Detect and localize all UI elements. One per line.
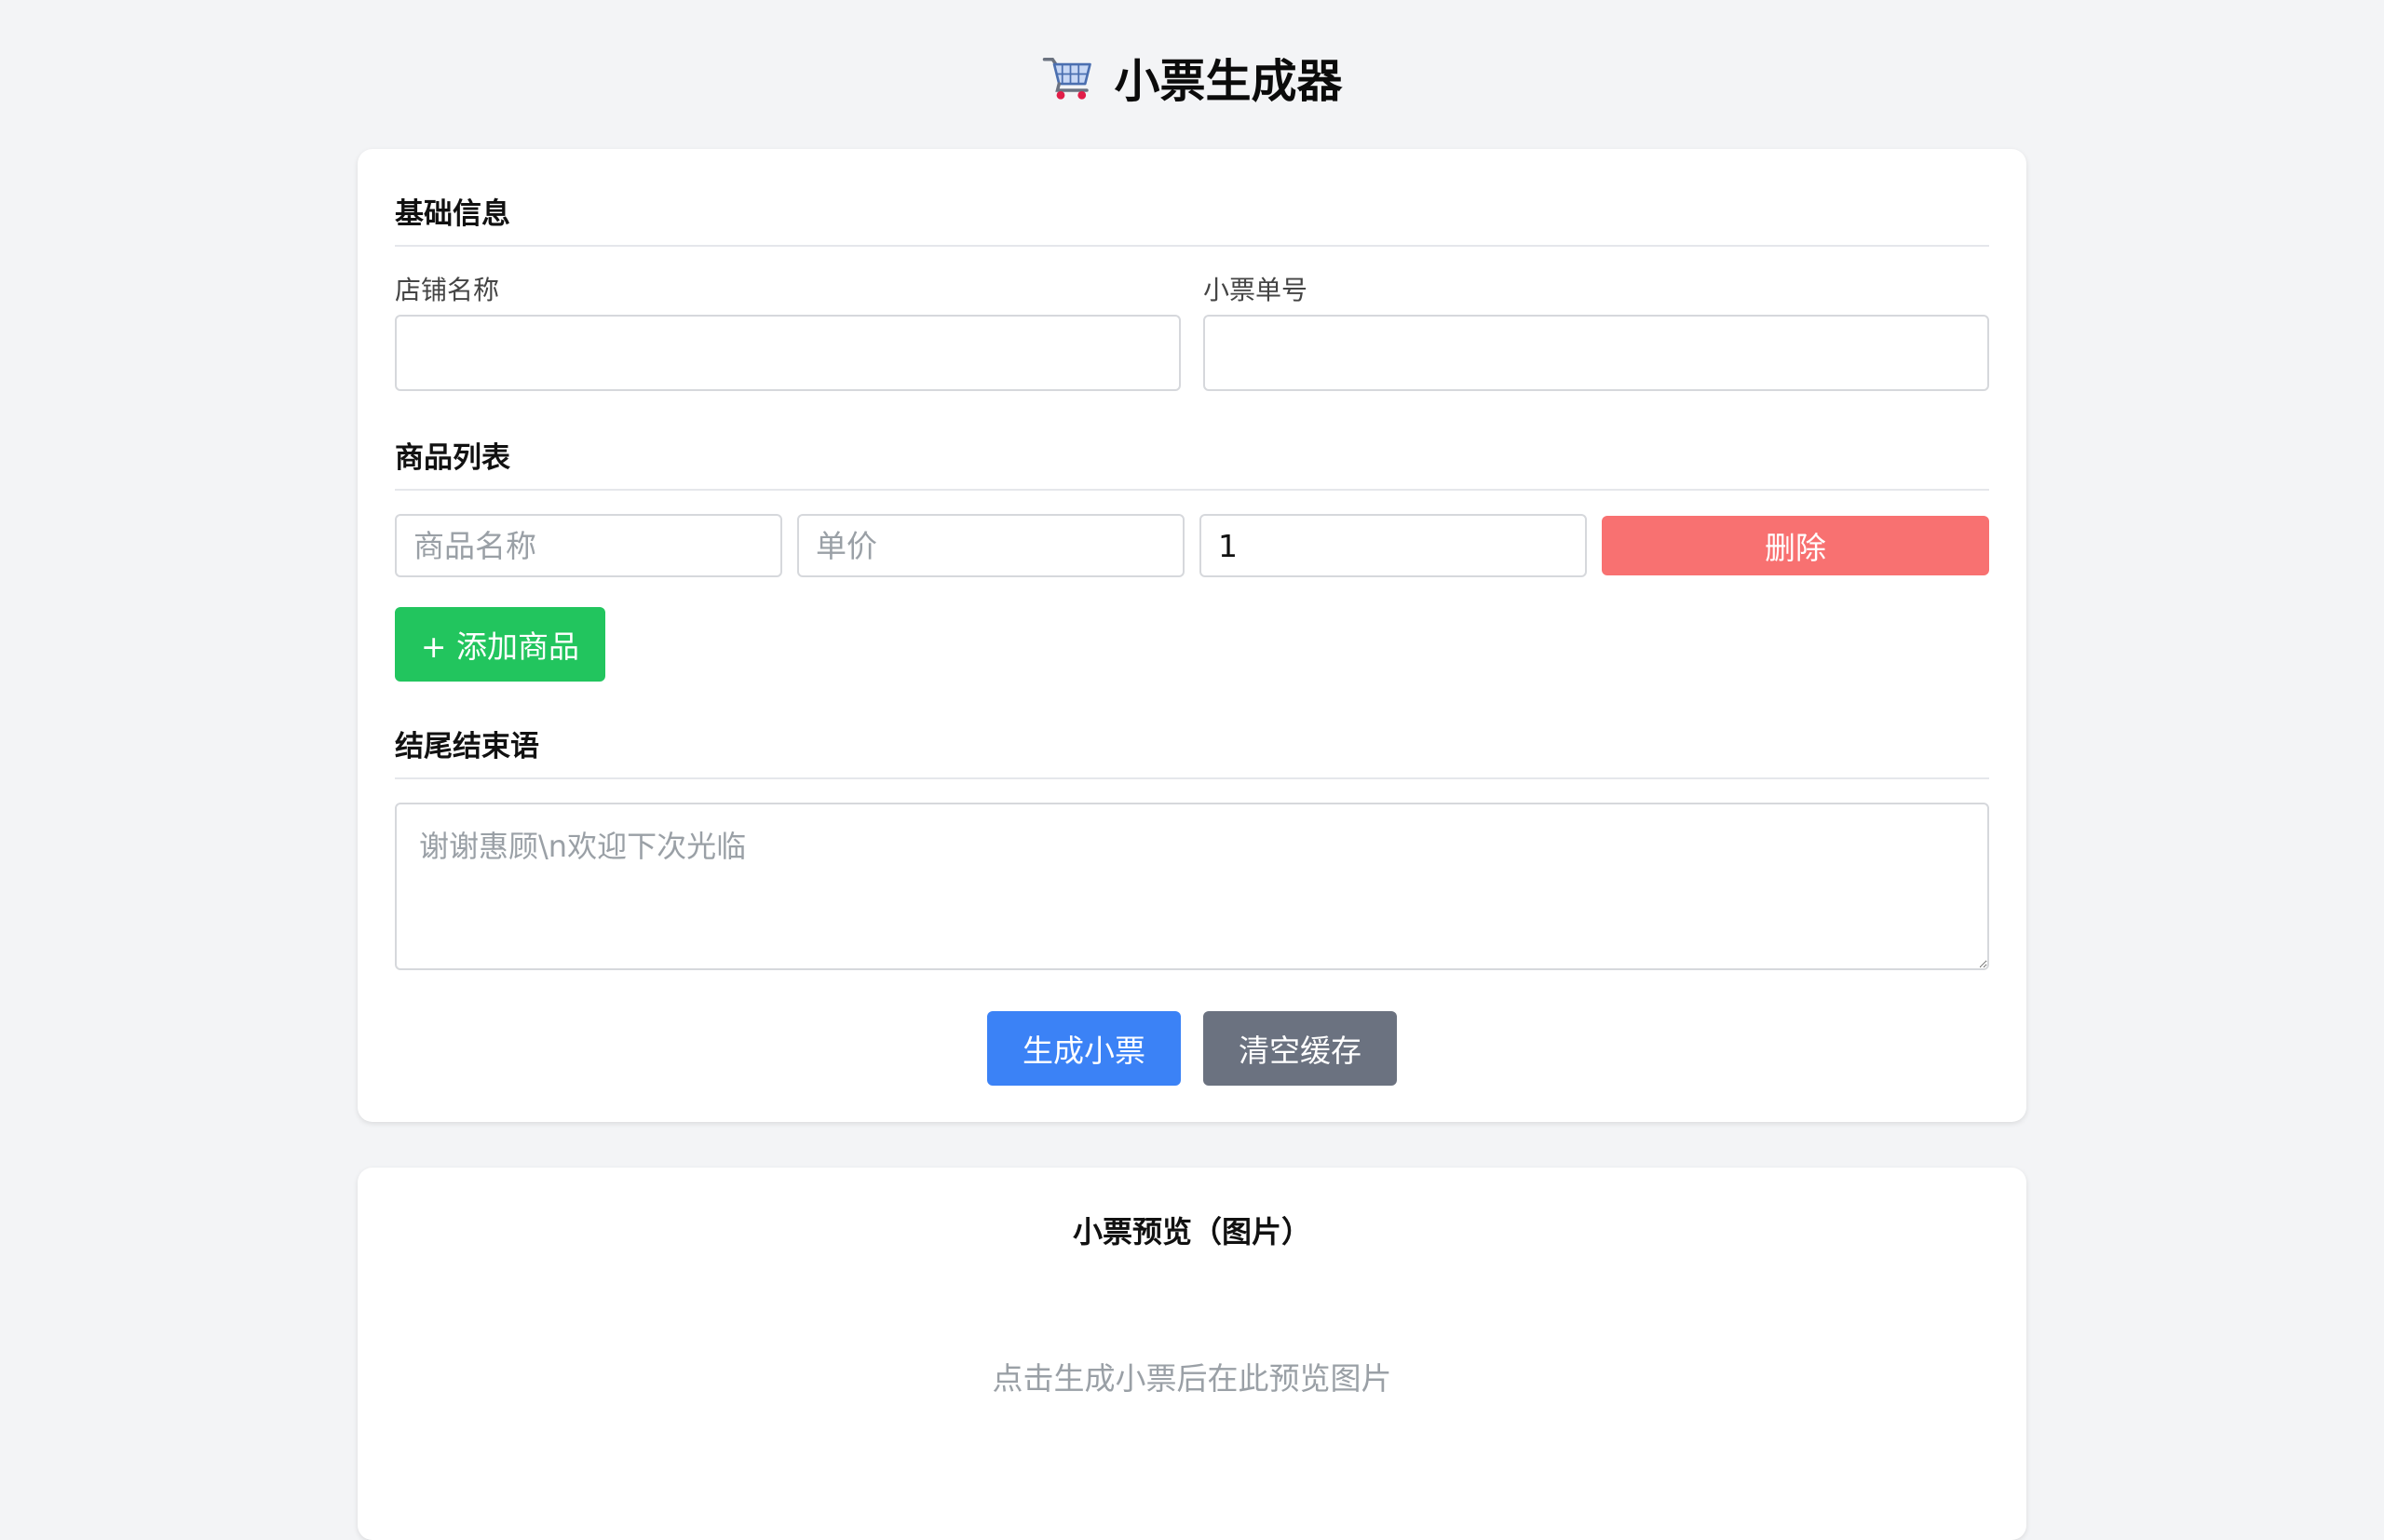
footer-heading: 结尾结束语	[395, 730, 539, 763]
clear-cache-button[interactable]: 清空缓存	[1203, 1011, 1397, 1086]
footer-divider	[395, 777, 1989, 779]
preview-title: 小票预览（图片）	[1072, 1214, 1311, 1250]
store-name-input[interactable]	[395, 315, 1181, 391]
footer-message-textarea[interactable]	[395, 803, 1989, 970]
item-name-input[interactable]	[395, 514, 782, 577]
page-title: 小票生成器	[0, 47, 2384, 108]
receipt-no-input[interactable]	[1203, 315, 1989, 391]
preview-card: 小票预览（图片） 点击生成小票后在此预览图片	[358, 1168, 2026, 1540]
item-price-input[interactable]	[797, 514, 1185, 577]
form-card: 基础信息 店铺名称 小票单号 商品列表 删除 + 添加商品 结尾结束语 生成小票…	[358, 149, 2026, 1122]
generate-receipt-button[interactable]: 生成小票	[987, 1011, 1181, 1086]
page-title-text: 小票生成器	[1114, 54, 1343, 108]
shopping-cart-icon	[1043, 58, 1092, 100]
items-heading: 商品列表	[395, 441, 510, 475]
receipt-no-label: 小票单号	[1203, 275, 1308, 305]
item-quantity-input[interactable]	[1199, 514, 1587, 577]
preview-placeholder-text: 点击生成小票后在此预览图片	[992, 1360, 1392, 1397]
items-divider	[395, 489, 1989, 491]
basic-info-divider	[395, 245, 1989, 247]
basic-info-heading: 基础信息	[395, 197, 510, 231]
delete-item-button[interactable]: 删除	[1602, 516, 1989, 575]
store-name-label: 店铺名称	[395, 275, 500, 305]
add-item-button[interactable]: + 添加商品	[395, 607, 605, 682]
